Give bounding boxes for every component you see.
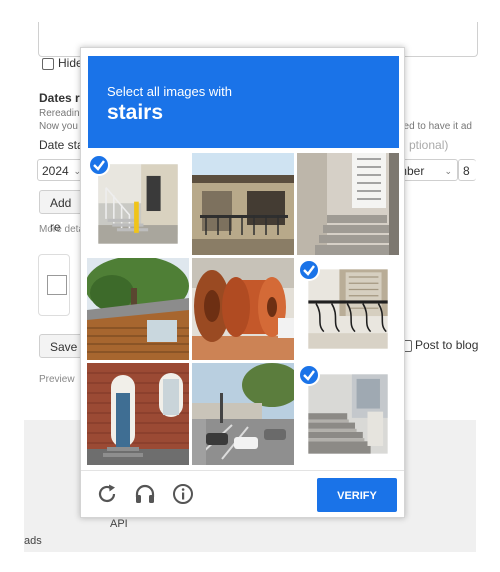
dates-hint-2: Now you c	[39, 121, 86, 132]
captcha-tile-1[interactable]	[87, 153, 189, 255]
captcha-instruction: Select all images with	[107, 84, 232, 99]
footer-ads-link[interactable]: ads	[24, 535, 42, 547]
footer-api-link[interactable]: API	[110, 518, 128, 530]
hide-label: Hide	[58, 56, 83, 70]
more-details-link[interactable]: More deta	[39, 224, 84, 235]
captcha-tile-9[interactable]	[297, 363, 399, 465]
captcha-tile-3[interactable]	[297, 153, 399, 255]
info-icon[interactable]	[172, 483, 194, 505]
hide-checkbox[interactable]	[42, 58, 54, 70]
card-checkbox[interactable]	[47, 275, 67, 295]
day-select[interactable]: 8	[458, 159, 476, 181]
dates-hint-right: hed to have it ad	[398, 121, 472, 132]
post-to-blog-label: Post to blog	[415, 338, 479, 352]
optional-text: ptional)	[409, 138, 449, 152]
captcha-tile-4[interactable]	[87, 258, 189, 360]
year-value: 2024	[42, 164, 69, 178]
captcha-tile-7[interactable]	[87, 363, 189, 465]
dates-hint-1: Rereading	[39, 108, 86, 119]
day-value: 8	[463, 164, 470, 178]
captcha-dialog: Select all images with stairs VERIFY	[80, 47, 405, 518]
captcha-target: stairs	[107, 101, 164, 124]
date-started-label: Date sta	[39, 138, 84, 152]
captcha-tile-2[interactable]	[192, 153, 294, 255]
selected-check-icon	[298, 259, 320, 281]
selected-check-icon	[298, 364, 320, 386]
chevron-down-icon: ⌄	[444, 166, 452, 176]
selected-check-icon	[88, 154, 110, 176]
captcha-footer: VERIFY	[81, 470, 404, 519]
captcha-tile-6[interactable]	[297, 258, 399, 360]
preview-link[interactable]: Preview	[39, 374, 75, 385]
captcha-tile-5[interactable]	[192, 258, 294, 360]
reload-icon[interactable]	[96, 483, 118, 505]
review-card	[38, 254, 70, 316]
save-button[interactable]: Save	[39, 334, 83, 358]
verify-button[interactable]: VERIFY	[317, 478, 397, 512]
captcha-header: Select all images with stairs	[88, 56, 399, 148]
audio-icon[interactable]	[134, 483, 156, 505]
captcha-tile-8[interactable]	[192, 363, 294, 465]
captcha-image-grid	[87, 153, 400, 466]
